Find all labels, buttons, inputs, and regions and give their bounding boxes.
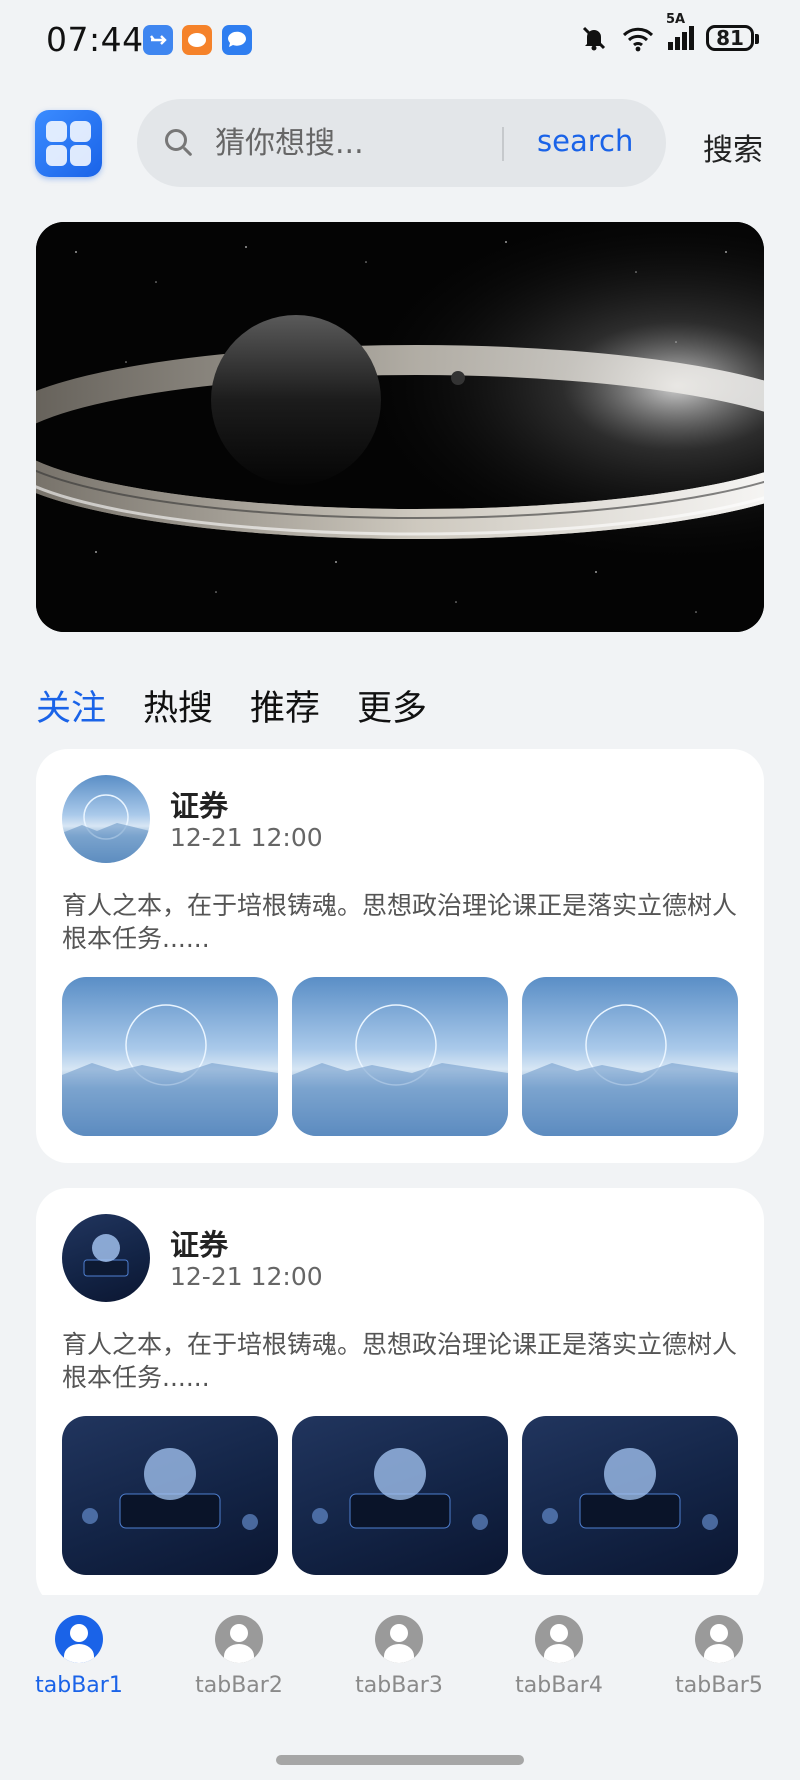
tabbar-label: tabBar1 [35, 1673, 123, 1698]
post-text: 育人之本，在于培根铸魂。思想政治理论课正是落实立德树人根本任务...... [62, 891, 738, 953]
usb-icon [143, 25, 173, 55]
banner-image[interactable] [36, 222, 764, 632]
tabbar-item-1[interactable]: tabBar1 [19, 1615, 139, 1698]
post-card[interactable]: 证券 12-21 12:00 育人之本，在于培根铸魂。思想政治理论课正是落实立德… [36, 749, 764, 1163]
post-title: 证券 [170, 1228, 229, 1262]
search-button[interactable]: search [537, 124, 633, 158]
status-right-group: 5A 81 [580, 12, 759, 52]
tabbar-label: tabBar2 [195, 1673, 283, 1698]
post-date: 12-21 12:00 [170, 1262, 323, 1291]
network-label: 5A [666, 12, 686, 27]
wifi-icon [622, 27, 654, 52]
post-image[interactable] [292, 977, 508, 1136]
tabbar-item-3[interactable]: tabBar3 [339, 1615, 459, 1698]
post-card[interactable]: 证券 12-21 12:00 育人之本，在于培根铸魂。思想政治理论课正是落实立德… [36, 1188, 764, 1608]
search-input[interactable] [215, 123, 495, 163]
search-divider [502, 127, 504, 161]
mute-bell-icon [582, 26, 606, 51]
user-icon [695, 1615, 743, 1663]
status-time: 07:44 [46, 20, 144, 59]
tabbar-item-4[interactable]: tabBar4 [499, 1615, 619, 1698]
bottom-tab-bar: tabBar1 tabBar2 tabBar3 tabBar4 tabBar5 [0, 1595, 800, 1780]
signal-icon: 5A [666, 12, 694, 50]
avatar [62, 1214, 150, 1302]
home-indicator[interactable] [276, 1755, 524, 1765]
message-app-icon [222, 25, 252, 55]
post-text: 育人之本，在于培根铸魂。思想政治理论课正是落实立德树人根本任务...... [62, 1330, 738, 1392]
search-icon [165, 129, 187, 151]
tab-hot[interactable]: 热搜 [143, 680, 213, 731]
search-text-button[interactable]: 搜索 [703, 125, 763, 169]
post-title: 证券 [170, 789, 229, 823]
post-image[interactable] [292, 1416, 508, 1575]
battery-icon: 81 [706, 25, 759, 51]
tabbar-item-5[interactable]: tabBar5 [659, 1615, 779, 1698]
post-image[interactable] [62, 977, 278, 1136]
tabbar-label: tabBar3 [355, 1673, 443, 1698]
tab-recommend[interactable]: 推荐 [250, 680, 320, 731]
orange-app-icon [182, 25, 212, 55]
avatar [62, 775, 150, 863]
app-grid-logo[interactable] [35, 110, 102, 177]
post-image[interactable] [522, 977, 738, 1136]
user-icon [215, 1615, 263, 1663]
post-date: 12-21 12:00 [170, 823, 323, 852]
post-image[interactable] [62, 1416, 278, 1575]
tabbar-label: tabBar4 [515, 1673, 603, 1698]
tabbar-item-2[interactable]: tabBar2 [179, 1615, 299, 1698]
battery-level: 81 [716, 26, 744, 50]
user-icon [535, 1615, 583, 1663]
post-image[interactable] [522, 1416, 738, 1575]
user-icon [55, 1615, 103, 1663]
tab-follow[interactable]: 关注 [36, 680, 106, 731]
search-bar[interactable]: search [137, 99, 666, 187]
tab-more[interactable]: 更多 [357, 680, 427, 731]
user-icon [375, 1615, 423, 1663]
tabbar-label: tabBar5 [675, 1673, 763, 1698]
